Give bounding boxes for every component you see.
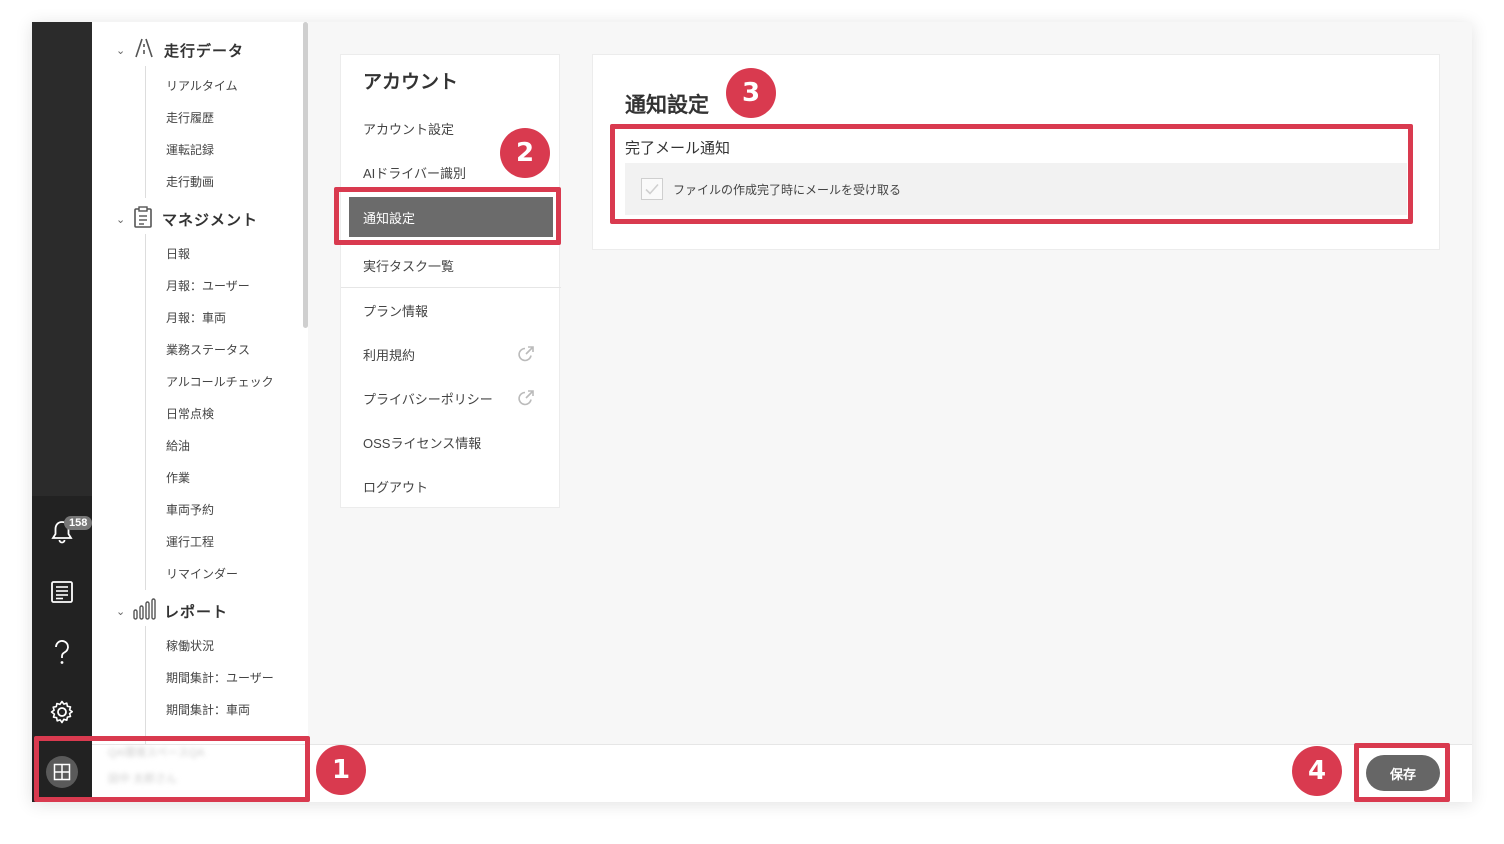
nav-item-refuel[interactable]: 給油 [166,437,190,454]
nav-item-period-user[interactable]: 期間集計：ユーザー [166,669,274,686]
newspaper-icon[interactable] [46,576,78,608]
workspace-name: QA環境スペースQA [108,747,205,759]
gear-icon[interactable] [46,696,78,728]
account-menu-title: アカウント [363,72,459,93]
bar-chart-icon [132,598,156,625]
menu-item-terms[interactable]: 利用規約 [363,345,415,364]
workspace-avatar[interactable] [46,756,78,788]
external-link-icon[interactable] [517,345,535,363]
tree-line [145,66,146,198]
nav-tree: ⌄ 走行データ リアルタイム 走行履歴 運転記録 走行動画 ⌄ マネジメント 日… [92,22,308,744]
menu-item-account-settings[interactable]: アカウント設定 [363,119,454,138]
nav-item-alcohol-check[interactable]: アルコールチェック [166,373,274,390]
chevron-down-icon: ⌄ [116,214,126,226]
help-icon[interactable] [46,636,78,668]
grid-icon [53,763,71,781]
menu-item-notification-settings[interactable]: 通知設定 [349,197,553,237]
menu-item-oss-license[interactable]: OSSライセンス情報 [363,433,481,452]
notification-settings-card: 通知設定 完了メール通知 ファイルの作成完了時にメールを受け取る [592,54,1440,250]
nav-section-label: 走行データ [164,43,245,60]
nav-item-operation-schedule[interactable]: 運行工程 [166,533,214,550]
tree-line [145,234,146,590]
menu-item-logout[interactable]: ログアウト [363,477,428,496]
nav-item-driving-record[interactable]: 運転記録 [166,141,214,158]
road-icon [132,38,156,63]
nav-section-driving-data[interactable]: ⌄ 走行データ [116,38,244,63]
email-notify-checkbox[interactable] [641,178,663,200]
nav-item-daily-report[interactable]: 日報 [166,245,190,262]
user-name: 田中 太郎さん [108,773,178,785]
checkmark-icon [645,183,659,195]
nav-section-management[interactable]: ⌄ マネジメント [116,206,258,233]
nav-scrollbar[interactable] [303,22,308,328]
nav-item-reminder[interactable]: リマインダー [166,565,238,582]
nav-section-label: レポート [164,604,229,621]
menu-item-task-list[interactable]: 実行タスク一覧 [363,256,454,275]
account-menu: アカウント アカウント設定 AIドライバー識別 通知設定 実行タスク一覧 プラン… [340,54,561,508]
app-window: 158 ⌄ 走行データ リアルタイム 走行履歴 運転記録 走行動画 ⌄ マネジメ… [32,22,1472,802]
clipboard-icon [132,206,154,233]
chevron-down-icon: ⌄ [116,606,126,618]
completion-email-label: 完了メール通知 [625,140,731,157]
menu-item-plan-info[interactable]: プラン情報 [363,301,428,320]
nav-item-work-status[interactable]: 業務ステータス [166,341,250,358]
menu-item-ai-driver[interactable]: AIドライバー識別 [363,163,466,182]
page-title: 通知設定 [625,94,709,117]
chevron-down-icon: ⌄ [116,45,126,57]
nav-section-report[interactable]: ⌄ レポート [116,598,228,625]
bottom-bar [92,744,1472,802]
tree-line [145,626,146,744]
save-button[interactable]: 保存 [1366,755,1440,791]
nav-item-realtime[interactable]: リアルタイム [166,77,238,94]
checkbox-row[interactable]: ファイルの作成完了時にメールを受け取る [625,163,1407,215]
nav-item-work[interactable]: 作業 [166,469,190,486]
nav-item-monthly-user[interactable]: 月報：ユーザー [166,277,250,294]
nav-item-history[interactable]: 走行履歴 [166,109,214,126]
checkbox-label: ファイルの作成完了時にメールを受け取る [673,182,902,197]
nav-item-utilization[interactable]: 稼働状況 [166,637,214,654]
nav-item-vehicle-reservation[interactable]: 車両予約 [166,501,214,518]
nav-section-label: マネジメント [162,212,259,229]
external-link-icon[interactable] [517,389,535,407]
notification-count-badge: 158 [64,516,93,530]
nav-item-daily-inspection[interactable]: 日常点検 [166,405,214,422]
nav-item-driving-video[interactable]: 走行動画 [166,173,214,190]
menu-divider [341,287,561,288]
nav-item-period-vehicle[interactable]: 期間集計：車両 [166,701,250,718]
menu-item-privacy[interactable]: プライバシーポリシー [363,389,493,408]
nav-item-monthly-vehicle[interactable]: 月報：車両 [166,309,226,326]
